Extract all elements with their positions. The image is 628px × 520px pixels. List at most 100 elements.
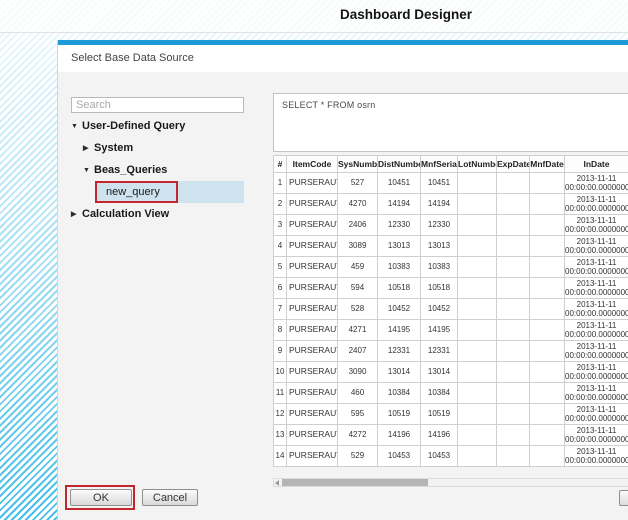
table-cell: 2013-11-11 00:00:00.0000000	[565, 362, 628, 383]
table-cell	[530, 194, 565, 215]
ok-button[interactable]: OK	[70, 489, 132, 506]
table-cell: PURSERAUTO	[287, 236, 338, 257]
table-cell: 594	[338, 278, 378, 299]
table-row[interactable]: 9PURSERAUTO240712331123312013-11-11 00:0…	[274, 341, 628, 362]
table-cell: 5	[274, 257, 287, 278]
table-cell: 13	[274, 425, 287, 446]
tree-item-label: User-Defined Query	[82, 120, 185, 132]
table-row[interactable]: 3PURSERAUTO240612330123302013-11-11 00:0…	[274, 215, 628, 236]
column-header[interactable]: LotNumber	[458, 156, 497, 173]
table-cell: 2	[274, 194, 287, 215]
table-cell: 12331	[378, 341, 421, 362]
table-cell: 2013-11-11 00:00:00.0000000	[565, 173, 628, 194]
table-body: 1PURSERAUTO52710451104512013-11-11 00:00…	[274, 173, 628, 467]
tree-item-system[interactable]: ▶System	[83, 137, 244, 159]
results-table: #ItemCodeSysNumberDistNumberMnfSerialLot…	[273, 155, 628, 467]
table-cell: 14196	[421, 425, 458, 446]
tree-item-calculation-view[interactable]: ▶Calculation View	[71, 203, 244, 225]
expand-arrow-right-icon[interactable]: ▶	[83, 144, 94, 152]
tree-item-beas-queries[interactable]: ▼Beas_Queries	[83, 159, 244, 181]
table-cell: 2013-11-11 00:00:00.0000000	[565, 404, 628, 425]
table-cell: 2013-11-11 00:00:00.0000000	[565, 320, 628, 341]
column-header[interactable]: MnfDate	[530, 156, 565, 173]
table-cell: 13013	[378, 236, 421, 257]
table-cell: 13013	[421, 236, 458, 257]
table-cell	[530, 425, 565, 446]
table-cell: PURSERAUTO	[287, 215, 338, 236]
annotation-box-new-query: new_query	[95, 181, 178, 203]
table-cell: 460	[338, 383, 378, 404]
table-row[interactable]: 1PURSERAUTO52710451104512013-11-11 00:00…	[274, 173, 628, 194]
table-row[interactable]: 8PURSERAUTO427114195141952013-11-11 00:0…	[274, 320, 628, 341]
column-header[interactable]: DistNumber	[378, 156, 421, 173]
cancel-button[interactable]: Cancel	[142, 489, 198, 506]
tree-item-user-defined-query[interactable]: ▼User-Defined Query	[71, 115, 244, 137]
table-cell: 11	[274, 383, 287, 404]
table-cell: 13014	[421, 362, 458, 383]
horizontal-scrollbar[interactable]	[273, 478, 628, 487]
table-cell: 12331	[421, 341, 458, 362]
table-cell: 4272	[338, 425, 378, 446]
table-cell	[530, 383, 565, 404]
scroll-left-arrow-icon[interactable]	[274, 479, 281, 486]
table-cell: 2013-11-11 00:00:00.0000000	[565, 299, 628, 320]
expand-arrow-down-icon[interactable]: ▼	[71, 123, 82, 130]
table-cell	[497, 425, 530, 446]
table-cell: 3090	[338, 362, 378, 383]
table-cell	[530, 173, 565, 194]
partial-button-bottom-right[interactable]	[619, 490, 628, 506]
column-header[interactable]: SysNumber	[338, 156, 378, 173]
table-cell: 4271	[338, 320, 378, 341]
table-cell	[530, 446, 565, 467]
search-input[interactable]	[71, 97, 244, 113]
select-base-data-source-dialog: Select Base Data Source ▼User-Defined Qu…	[57, 40, 628, 520]
table-cell: 459	[338, 257, 378, 278]
table-cell	[497, 341, 530, 362]
column-header[interactable]: ExpDate	[497, 156, 530, 173]
table-row[interactable]: 13PURSERAUTO427214196141962013-11-11 00:…	[274, 425, 628, 446]
table-cell: PURSERAUTO	[287, 173, 338, 194]
table-cell	[530, 215, 565, 236]
sql-query-editor[interactable]: SELECT * FROM osrn	[273, 93, 628, 152]
table-cell: 2013-11-11 00:00:00.0000000	[565, 278, 628, 299]
tree-item-new-query[interactable]: new_query	[95, 181, 244, 203]
column-header[interactable]: #	[274, 156, 287, 173]
table-cell	[530, 299, 565, 320]
table-cell	[530, 320, 565, 341]
table-cell	[530, 278, 565, 299]
table-header-row: #ItemCodeSysNumberDistNumberMnfSerialLot…	[274, 156, 628, 173]
expand-arrow-down-icon[interactable]: ▼	[83, 167, 94, 174]
table-row[interactable]: 14PURSERAUTO52910453104532013-11-11 00:0…	[274, 446, 628, 467]
table-row[interactable]: 12PURSERAUTO59510519105192013-11-11 00:0…	[274, 404, 628, 425]
table-cell: PURSERAUTO	[287, 341, 338, 362]
table-cell: 12330	[421, 215, 458, 236]
table-cell	[458, 299, 497, 320]
query-preview-panel: SELECT * FROM osrn #ItemCodeSysNumberDis…	[273, 72, 628, 520]
table-cell: 2013-11-11 00:00:00.0000000	[565, 236, 628, 257]
table-cell: 10	[274, 362, 287, 383]
scrollbar-thumb[interactable]	[282, 479, 428, 486]
table-cell	[497, 257, 530, 278]
table-cell: 14195	[378, 320, 421, 341]
data-source-panel: ▼User-Defined Query▶System▼Beas_Queriesn…	[71, 95, 244, 225]
table-cell: 10519	[378, 404, 421, 425]
table-row[interactable]: 2PURSERAUTO427014194141942013-11-11 00:0…	[274, 194, 628, 215]
table-cell	[458, 278, 497, 299]
column-header[interactable]: ItemCode	[287, 156, 338, 173]
table-row[interactable]: 4PURSERAUTO308913013130132013-11-11 00:0…	[274, 236, 628, 257]
expand-arrow-right-icon[interactable]: ▶	[71, 210, 82, 218]
table-row[interactable]: 10PURSERAUTO309013014130142013-11-11 00:…	[274, 362, 628, 383]
table-cell: PURSERAUTO	[287, 320, 338, 341]
column-header[interactable]: MnfSerial	[421, 156, 458, 173]
table-row[interactable]: 6PURSERAUTO59410518105182013-11-11 00:00…	[274, 278, 628, 299]
table-cell	[458, 425, 497, 446]
table-cell: 2013-11-11 00:00:00.0000000	[565, 194, 628, 215]
table-cell: 10451	[421, 173, 458, 194]
table-row[interactable]: 7PURSERAUTO52810452104522013-11-11 00:00…	[274, 299, 628, 320]
table-cell: 2013-11-11 00:00:00.0000000	[565, 383, 628, 404]
table-cell	[458, 215, 497, 236]
column-header[interactable]: InDate	[565, 156, 628, 173]
table-row[interactable]: 5PURSERAUTO45910383103832013-11-11 00:00…	[274, 257, 628, 278]
table-row[interactable]: 11PURSERAUTO46010384103842013-11-11 00:0…	[274, 383, 628, 404]
table-cell: 12	[274, 404, 287, 425]
